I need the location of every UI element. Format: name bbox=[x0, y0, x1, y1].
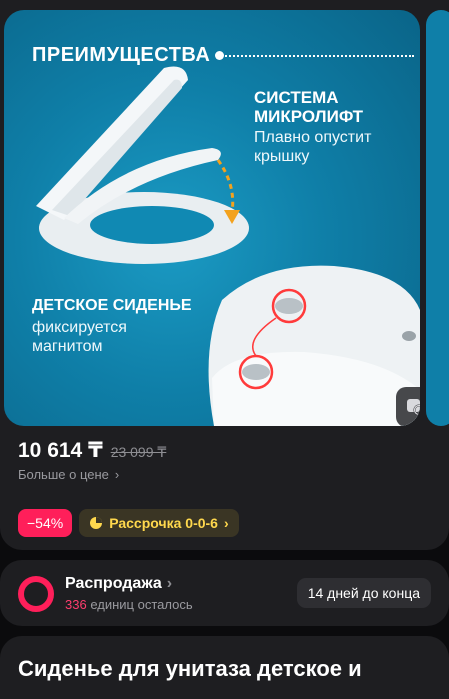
image-search-icon bbox=[407, 399, 420, 416]
feature-microlift-desc-line1: Плавно опустит bbox=[254, 129, 372, 146]
sale-remaining: 336 единиц осталось bbox=[65, 597, 193, 612]
discount-badge: −54% bbox=[18, 509, 73, 537]
product-title: Сиденье для унитаза детское и bbox=[18, 656, 362, 681]
feature-microlift-title-line1: СИСТЕМА bbox=[254, 88, 339, 107]
advantages-title: ПРЕИМУЩЕСТВА bbox=[32, 44, 211, 66]
feature-child-seat-desc: фиксируется магнитом bbox=[32, 318, 182, 356]
image-search-button[interactable] bbox=[396, 387, 420, 426]
chevron-right-icon: › bbox=[223, 515, 229, 531]
next-image-peek[interactable] bbox=[426, 10, 449, 426]
chevron-right-icon: › bbox=[166, 575, 173, 592]
sale-remaining-count: 336 bbox=[65, 597, 87, 612]
feature-microlift-title: СИСТЕМА МИКРОЛИФТ bbox=[254, 88, 404, 126]
feature-child-seat-desc-line2: магнитом bbox=[32, 338, 103, 355]
sale-title-label: Распродажа bbox=[65, 575, 162, 592]
badges-row: −54% Рассрочка 0-0-6 › bbox=[18, 509, 239, 537]
old-price: 23 099 ₸ bbox=[110, 444, 167, 460]
installment-label: Рассрочка 0-0-6 bbox=[109, 515, 218, 531]
feature-microlift-desc: Плавно опустит крышку bbox=[254, 128, 404, 166]
installment-badge[interactable]: Рассрочка 0-0-6 › bbox=[79, 509, 239, 537]
chevron-right-icon: › bbox=[114, 467, 120, 482]
sale-remaining-label: единиц осталось bbox=[90, 597, 193, 612]
pie-chart-icon bbox=[90, 517, 103, 529]
sale-card[interactable]: Распродажа › 336 единиц осталось 14 дней… bbox=[0, 560, 449, 626]
feature-child-seat-desc-line1: фиксируется bbox=[32, 319, 127, 336]
toilet-seat-illustration bbox=[36, 66, 420, 426]
sale-timer-badge: 14 дней до конца bbox=[296, 578, 431, 608]
product-image[interactable]: ПРЕИМУЩЕСТВА СИСТЕМА МИКРОЛИФТ Плавно оп… bbox=[4, 10, 420, 426]
feature-microlift-desc-line2: крышку bbox=[254, 148, 310, 165]
sale-ring-icon bbox=[18, 576, 54, 612]
feature-child-seat-title: ДЕТСКОЕ СИДЕНЬЕ bbox=[32, 297, 192, 314]
sale-title: Распродажа › bbox=[65, 575, 172, 593]
product-media-card: ПРЕИМУЩЕСТВА СИСТЕМА МИКРОЛИФТ Плавно оп… bbox=[0, 0, 449, 550]
more-about-price-label: Больше о цене bbox=[18, 467, 109, 482]
product-title-card: Сиденье для унитаза детское и bbox=[0, 636, 449, 699]
divider-line bbox=[218, 55, 414, 57]
current-price: 10 614 ₸ bbox=[18, 439, 103, 462]
more-about-price-link[interactable]: Больше о цене › bbox=[18, 467, 119, 482]
price-row: 10 614 ₸ 23 099 ₸ bbox=[18, 438, 166, 463]
feature-microlift-title-line2: МИКРОЛИФТ bbox=[254, 107, 364, 126]
